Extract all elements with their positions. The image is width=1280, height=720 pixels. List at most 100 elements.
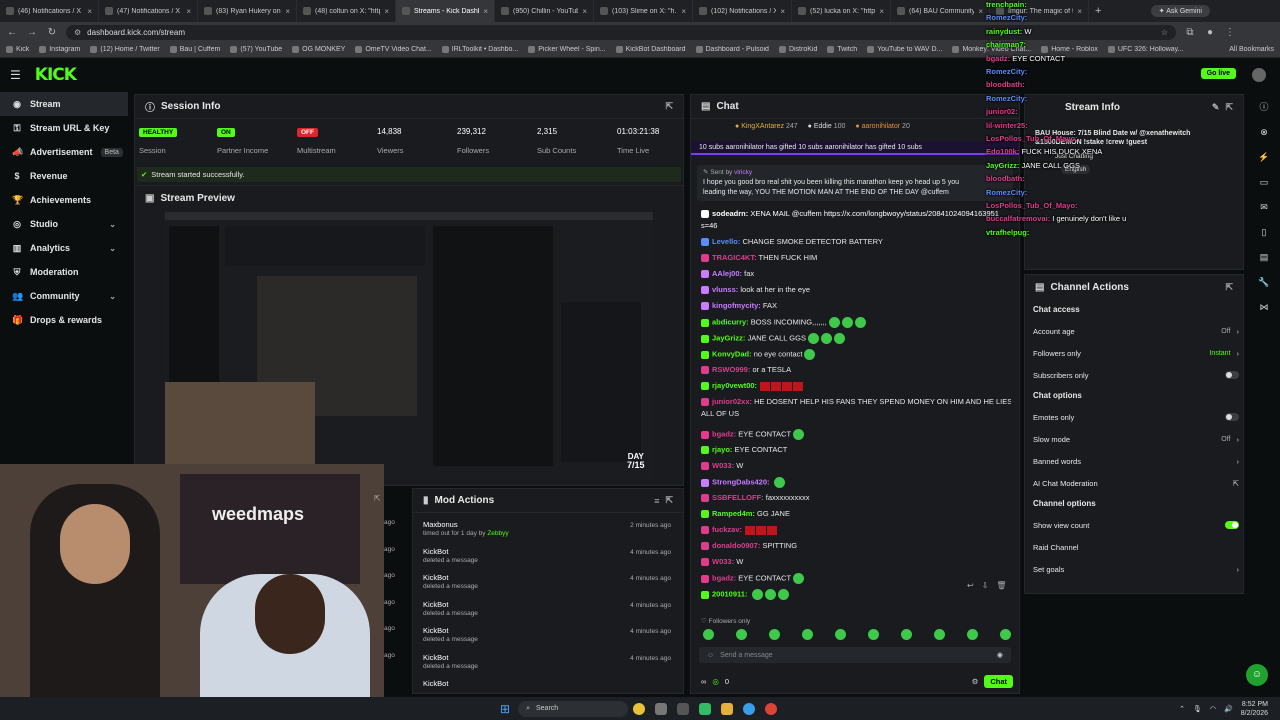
chat-username[interactable]: bgadz: (712, 573, 736, 582)
sidebar-item-achievements[interactable]: 🏆 Achievements (0, 188, 128, 212)
tab-close-icon[interactable]: × (87, 7, 92, 16)
tab-close-icon[interactable]: × (879, 7, 884, 16)
reply-icon[interactable]: ↩ (967, 581, 974, 590)
chat-username[interactable]: abdicurry: (712, 317, 749, 326)
chat-message[interactable]: 20010911: (701, 589, 1011, 600)
sidebar-item-stream[interactable]: ◉ Stream (0, 92, 128, 116)
chat-message[interactable]: rjayo: EYE CONTACT (701, 445, 1011, 455)
chat-message[interactable]: kingofmycity: FAX (701, 301, 1011, 311)
taskbar-search[interactable]: ⌕ Search (518, 700, 629, 717)
chat-message[interactable]: sodeadrn: XENA MAIL @cuffem https://x.co… (701, 209, 1011, 219)
chat-input[interactable]: ☺ Send a message ◉ (699, 647, 1011, 663)
chat-username[interactable]: bgadz: (712, 429, 736, 438)
mic-icon[interactable]: 🎙 (1193, 705, 1202, 713)
sidebar-item-studio[interactable]: ◎ Studio ⌄ (0, 212, 128, 236)
bookmark-star-icon[interactable]: ☆ (1161, 28, 1168, 37)
channel-option-show-view-count[interactable]: Show view count (1033, 515, 1239, 535)
site-info-icon[interactable]: ⚙ (74, 28, 81, 37)
filter-icon[interactable]: ≡ (654, 496, 659, 506)
chat-message[interactable]: junior02xx: HE DOSENT HELP HIS FANS THEY… (701, 397, 1011, 407)
popout-icon[interactable]: ⇱ (665, 101, 673, 112)
server-icon[interactable]: ▤ (1260, 252, 1269, 263)
browser-tab[interactable]: (83) Ryan Hukery on X × (198, 0, 297, 22)
chat-message[interactable]: StrongDabs420: (701, 477, 1011, 488)
popout-icon[interactable]: ⇱ (665, 495, 673, 506)
bookmark-item[interactable]: UFC 326: Holloway... (1107, 46, 1184, 53)
bookmark-item[interactable]: OmeTV Video Chat... (355, 46, 432, 53)
mod-action-row[interactable]: Maxbonus timed out for 1 day by Zebbyy 2 m… (413, 517, 677, 543)
chat-username[interactable]: TRAGIC4KT: (712, 253, 757, 262)
tab-close-icon[interactable]: × (483, 7, 488, 16)
target-icon[interactable]: ⊗ (1260, 127, 1268, 138)
chat-message[interactable]: vlunss: look at her in the eye (701, 285, 1011, 295)
browser-tab[interactable]: (64) BAU Community × (891, 0, 990, 22)
top-gifter[interactable]: ● Eddie 100 (808, 123, 846, 130)
tab-close-icon[interactable]: × (384, 7, 389, 16)
chat-username[interactable]: junior02xx: (712, 397, 752, 406)
sidebar-item-analytics[interactable]: ▥ Analytics ⌄ (0, 236, 128, 260)
chat-message[interactable]: fuckzav: (701, 525, 1011, 535)
profile-icon[interactable]: ● (1204, 27, 1216, 38)
chat-username[interactable]: donaldo0907: (712, 541, 760, 550)
chat-username[interactable]: JayGrizz: (712, 333, 745, 342)
bookmark-item[interactable]: KickBot Dashboard (615, 46, 686, 53)
mod-action-row[interactable]: KickBot deleted a message 4 minutes ago (413, 650, 677, 676)
all-bookmarks[interactable]: All Bookmarks (1229, 46, 1274, 53)
back-icon[interactable]: ← (6, 27, 18, 38)
chat-username[interactable]: sodeadrn: (712, 209, 748, 218)
sidebar-item-moderation[interactable]: ⛨ Moderation (0, 260, 128, 284)
sidebar-item-stream-url-key[interactable]: ⚿ Stream URL & Key (0, 116, 128, 140)
card-icon[interactable]: ▭ (1260, 177, 1269, 188)
browser-tab[interactable]: (950) Chillin - YouTube × (495, 0, 594, 22)
ask-gemini-button[interactable]: ✦ Ask Gemini (1150, 5, 1210, 17)
browser-tab[interactable]: (48) coltun on X: "http... × (297, 0, 396, 22)
popout-icon[interactable]: ⇱ (1225, 102, 1233, 113)
chat-username[interactable]: 20010911: (712, 589, 747, 598)
mod-action-row[interactable]: KickBot deleted a message 4 minutes ago (413, 597, 677, 623)
chat-message[interactable]: abdicurry: BOSS INCOMING,,,,,,, (701, 317, 1011, 328)
browser-tab[interactable]: (46) Notifications / X × (0, 0, 99, 22)
chat-message[interactable]: rjay0vewt00: (701, 381, 1011, 391)
info-icon[interactable]: ⓘ (1259, 100, 1268, 113)
chat-username[interactable]: rjayo: (712, 445, 732, 454)
chat-username[interactable]: AAlej00: (712, 269, 742, 278)
toggle-switch[interactable] (1225, 413, 1239, 421)
channel-option-emotes-only[interactable]: Emotes only (1033, 407, 1239, 427)
chat-message[interactable]: Ramped4m: GG JANE (701, 509, 1011, 519)
tab-close-icon[interactable]: × (582, 7, 587, 16)
chat-username[interactable]: Ramped4m: (712, 509, 755, 518)
network-icon[interactable]: ⋈ (1260, 302, 1269, 313)
chrome-icon[interactable] (633, 702, 646, 715)
delete-icon[interactable]: 🗑 (996, 581, 1006, 590)
folder-icon[interactable] (721, 702, 734, 715)
volume-icon[interactable]: 🔊 (1224, 705, 1233, 713)
tab-close-icon[interactable]: × (186, 7, 191, 16)
forward-icon[interactable]: → (26, 27, 38, 38)
chat-message[interactable]: RSWO999: or a TESLA (701, 365, 1011, 375)
tab-close-icon[interactable]: × (978, 7, 983, 16)
bookmark-item[interactable]: (12) Home / Twitter (90, 46, 160, 53)
quick-emote-icon[interactable] (802, 629, 813, 640)
emote-picker-icon[interactable]: ◉ (997, 651, 1003, 659)
tab-close-icon[interactable]: × (681, 7, 686, 16)
stream-preview-video[interactable]: DAY 7/15 (165, 212, 653, 480)
chat-username[interactable]: W033: (712, 557, 734, 566)
chat-message[interactable]: donaldo0907: SPITTING (701, 541, 1011, 551)
bookmark-item[interactable]: Twitch (827, 46, 857, 53)
chat-username[interactable]: fuckzav: (712, 525, 742, 534)
obs-icon[interactable] (699, 702, 712, 715)
quick-emote-icon[interactable] (835, 629, 846, 640)
toggle-switch[interactable] (1224, 371, 1239, 379)
channel-option-set-goals[interactable]: Set goals › (1033, 559, 1239, 579)
chat-username[interactable]: W033: (712, 461, 734, 470)
new-tab-button[interactable]: + (1095, 5, 1101, 17)
chat-username[interactable]: rjay0vewt00: (712, 381, 757, 390)
browser-tab[interactable]: (52) lucka on X: "http... × (792, 0, 891, 22)
avatar[interactable] (1252, 68, 1266, 82)
chat-message[interactable]: bgadz: EYE CONTACT (701, 573, 1011, 584)
quick-emote-icon[interactable] (769, 629, 780, 640)
mod-action-row[interactable]: KickBot deleted a message 4 minutes ago (413, 544, 677, 570)
quick-emote-icon[interactable] (967, 629, 978, 640)
sidebar-item-community[interactable]: 👥 Community ⌄ (0, 284, 128, 308)
terminal-icon[interactable] (677, 702, 690, 715)
